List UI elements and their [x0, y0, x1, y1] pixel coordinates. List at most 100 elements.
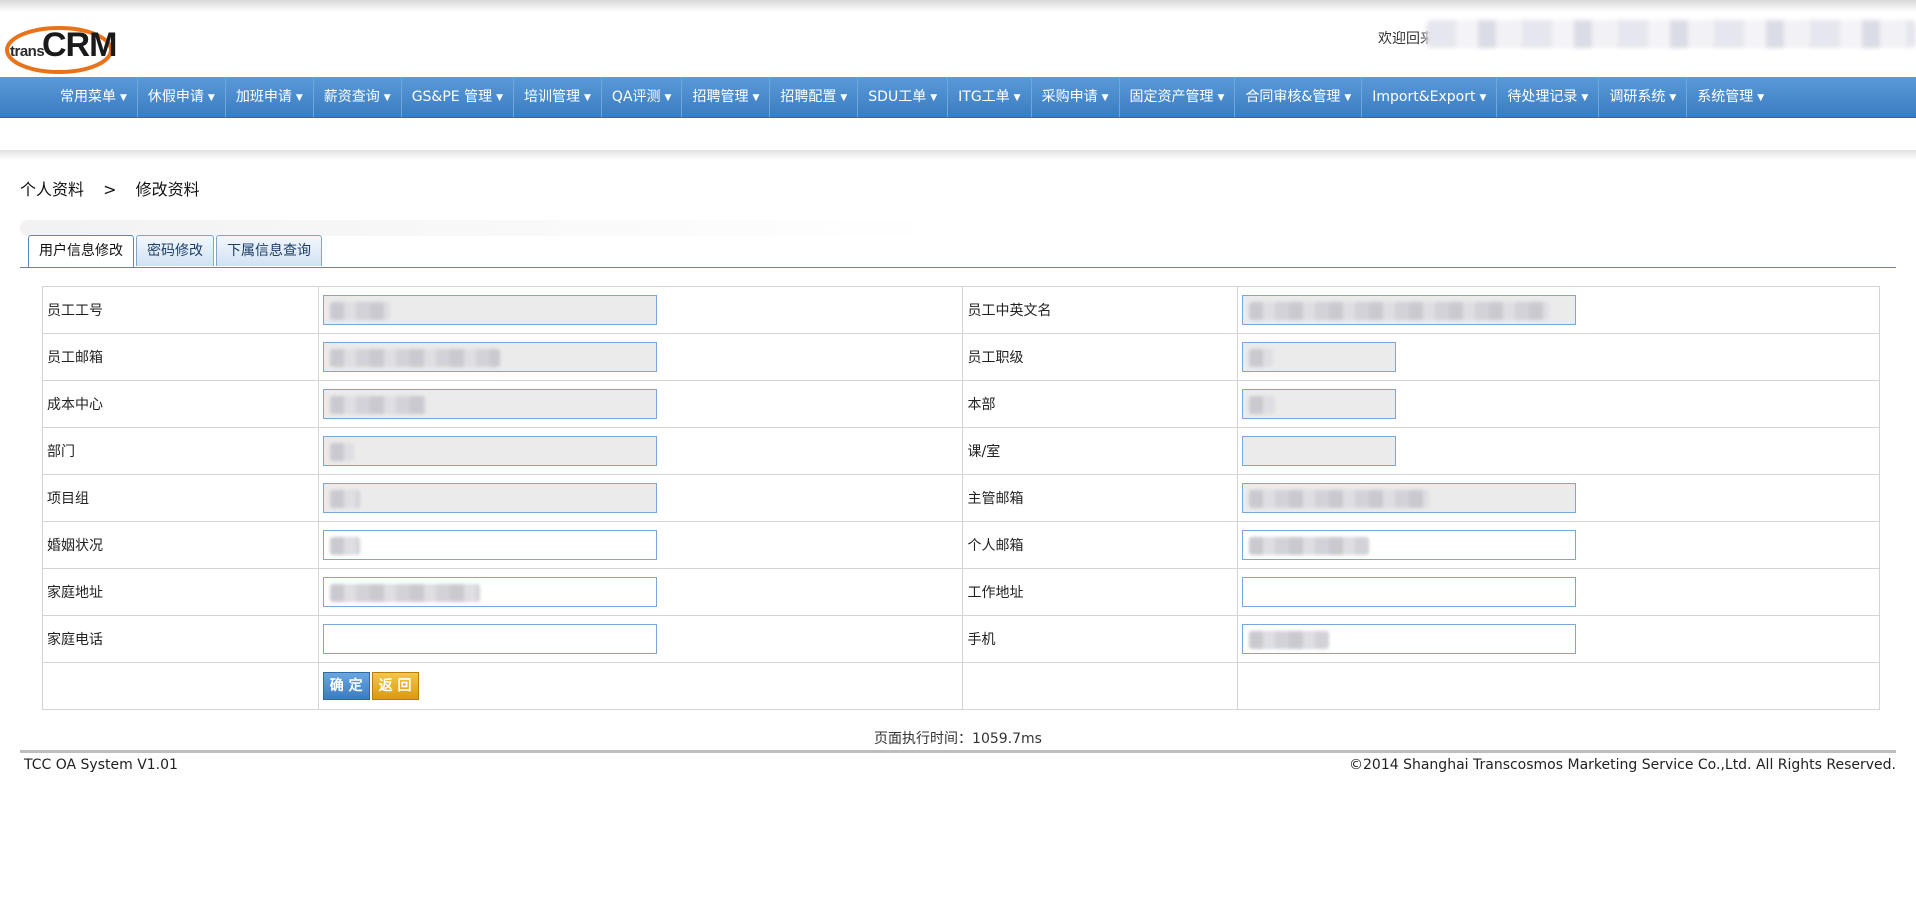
nav-item[interactable]: 系统管理 ▼	[1687, 77, 1774, 117]
form-row: 员工工号 员工中英文名	[42, 286, 1880, 334]
breadcrumb-separator: >	[103, 180, 117, 199]
form-row: 项目组 主管邮箱	[42, 474, 1880, 522]
chevron-down-icon: ▼	[584, 93, 591, 103]
empty-cell	[42, 662, 319, 710]
nav-item[interactable]: 加班申请 ▼	[226, 77, 314, 117]
footer-divider	[20, 750, 1896, 753]
personal-email-field[interactable]	[1242, 530, 1577, 560]
label-home-phone: 家庭电话	[42, 615, 319, 663]
nav-item[interactable]: 休假申请 ▼	[138, 77, 226, 117]
form-row: 成本中心 本部	[42, 380, 1880, 428]
redacted-value	[1249, 537, 1370, 555]
label-home-address: 家庭地址	[42, 568, 319, 616]
marital-status-field[interactable]	[322, 530, 657, 560]
empty-cell	[1237, 662, 1880, 710]
chevron-down-icon: ▼	[1101, 93, 1109, 103]
nav-item[interactable]: 调研系统 ▼	[1599, 77, 1688, 117]
label-headquarters: 本部	[962, 380, 1239, 428]
employee-level-field[interactable]	[1242, 342, 1397, 372]
tab-user-info[interactable]: 用户信息修改	[28, 235, 134, 267]
nav-item-label: 固定资产管理	[1129, 89, 1214, 105]
nav-item[interactable]: 待处理记录 ▼	[1497, 77, 1600, 117]
nav-item[interactable]: 招聘管理 ▼	[682, 77, 771, 117]
tab-password[interactable]: 密码修改	[136, 235, 214, 266]
nav-item[interactable]: ITG工单 ▼	[948, 77, 1032, 117]
nav-item[interactable]: SDU工单 ▼	[858, 77, 949, 117]
chevron-down-icon: ▼	[1013, 93, 1021, 103]
nav-item-label: 招聘配置	[780, 89, 837, 105]
back-button[interactable]: 返 回	[371, 672, 419, 700]
sub-header-shadow	[0, 150, 1916, 160]
chevron-down-icon: ▼	[1479, 93, 1487, 103]
nav-item[interactable]: 招聘配置 ▼	[770, 77, 859, 117]
nav-item-label: 待处理记录	[1507, 89, 1578, 105]
cost-center-field[interactable]	[322, 389, 657, 419]
nav-item-label: ITG工单	[958, 89, 1010, 105]
nav-item[interactable]: 合同审核&管理 ▼	[1235, 77, 1363, 117]
nav-item[interactable]: 培训管理 ▼	[514, 77, 602, 117]
nav-menu: 常用菜单 ▼ 休假申请 ▼ 加班申请 ▼ 薪资查询 ▼ GS&PE 管理 ▼ 培训管理 ▼ QA评测 ▼ 招…	[50, 77, 1774, 117]
main-navbar: 常用菜单 ▼ 休假申请 ▼ 加班申请 ▼ 薪资查询 ▼ GS&PE 管理 ▼ 培训管理 ▼ QA评测 ▼ 招…	[0, 77, 1916, 118]
home-phone-field[interactable]	[322, 624, 657, 654]
logo-text-trans: trans	[10, 43, 45, 60]
redacted-value	[329, 302, 390, 320]
chevron-down-icon: ▼	[120, 93, 127, 103]
nav-item-label: 合同审核&管理	[1245, 89, 1341, 105]
nav-item-label: GS&PE 管理	[411, 89, 493, 105]
chevron-down-icon: ▼	[840, 93, 848, 103]
chevron-down-icon: ▼	[1669, 93, 1677, 103]
chevron-down-icon: ▼	[295, 93, 303, 103]
nav-item[interactable]: 常用菜单 ▼	[50, 77, 138, 117]
redacted-value	[1249, 302, 1550, 320]
form-row: 婚姻状况 个人邮箱	[42, 521, 1880, 569]
redacted-value	[329, 396, 426, 414]
nav-item-label: QA评测	[611, 89, 661, 105]
nav-item[interactable]: 采购申请 ▼	[1032, 77, 1120, 117]
redacted-value	[329, 490, 360, 508]
label-mobile: 手机	[962, 615, 1239, 663]
tab-underline	[20, 267, 1896, 268]
form-actions-row: 确 定返 回	[42, 662, 1880, 710]
confirm-button[interactable]: 确 定	[322, 672, 370, 700]
label-marital-status: 婚姻状况	[42, 521, 319, 569]
label-employee-level: 员工职级	[962, 333, 1239, 381]
nav-item-label: 常用菜单	[60, 89, 116, 105]
redacted-value	[1249, 631, 1330, 649]
employee-name-field[interactable]	[1242, 295, 1577, 325]
nav-item[interactable]: GS&PE 管理 ▼	[402, 77, 514, 117]
label-personal-email: 个人邮箱	[962, 521, 1239, 569]
label-project-group: 项目组	[42, 474, 319, 522]
chevron-down-icon: ▼	[383, 93, 391, 103]
chevron-down-icon: ▼	[207, 93, 215, 103]
nav-item-label: Import&Export	[1372, 89, 1476, 105]
form-row: 部门 课/室	[42, 427, 1880, 475]
actions-cell: 确 定返 回	[317, 662, 964, 710]
tab-bar: 用户信息修改 密码修改 下属信息查询	[28, 235, 324, 267]
tab-area-shadow	[20, 220, 940, 236]
profile-form: 员工工号 员工中英文名 员工邮箱 员工职级 成本中心 本部 部门 课/室 项目组…	[42, 286, 1880, 710]
nav-item[interactable]: 固定资产管理 ▼	[1120, 77, 1236, 117]
home-address-field[interactable]	[322, 577, 657, 607]
redacted-value	[1249, 396, 1276, 414]
chevron-down-icon: ▼	[1217, 93, 1225, 103]
breadcrumb-parent[interactable]: 个人资料	[20, 180, 84, 199]
supervisor-email-field[interactable]	[1242, 483, 1577, 513]
nav-item[interactable]: Import&Export ▼	[1362, 77, 1498, 117]
work-address-field[interactable]	[1242, 577, 1577, 607]
label-section: 课/室	[962, 427, 1239, 475]
nav-item[interactable]: QA评测 ▼	[602, 77, 683, 117]
project-group-field[interactable]	[322, 483, 657, 513]
redacted-value	[329, 584, 480, 602]
headquarters-field[interactable]	[1242, 389, 1397, 419]
mobile-field[interactable]	[1242, 624, 1577, 654]
chevron-down-icon: ▼	[496, 93, 503, 103]
nav-item[interactable]: 薪资查询 ▼	[314, 77, 402, 117]
nav-item-label: 调研系统	[1609, 89, 1666, 105]
breadcrumb-current: 修改资料	[135, 180, 200, 199]
section-field[interactable]	[1242, 436, 1397, 466]
employee-email-field[interactable]	[322, 342, 657, 372]
department-field[interactable]	[322, 436, 657, 466]
employee-id-field[interactable]	[322, 295, 657, 325]
tab-subordinates[interactable]: 下属信息查询	[216, 235, 322, 266]
form-row: 家庭地址 工作地址	[42, 568, 1880, 616]
